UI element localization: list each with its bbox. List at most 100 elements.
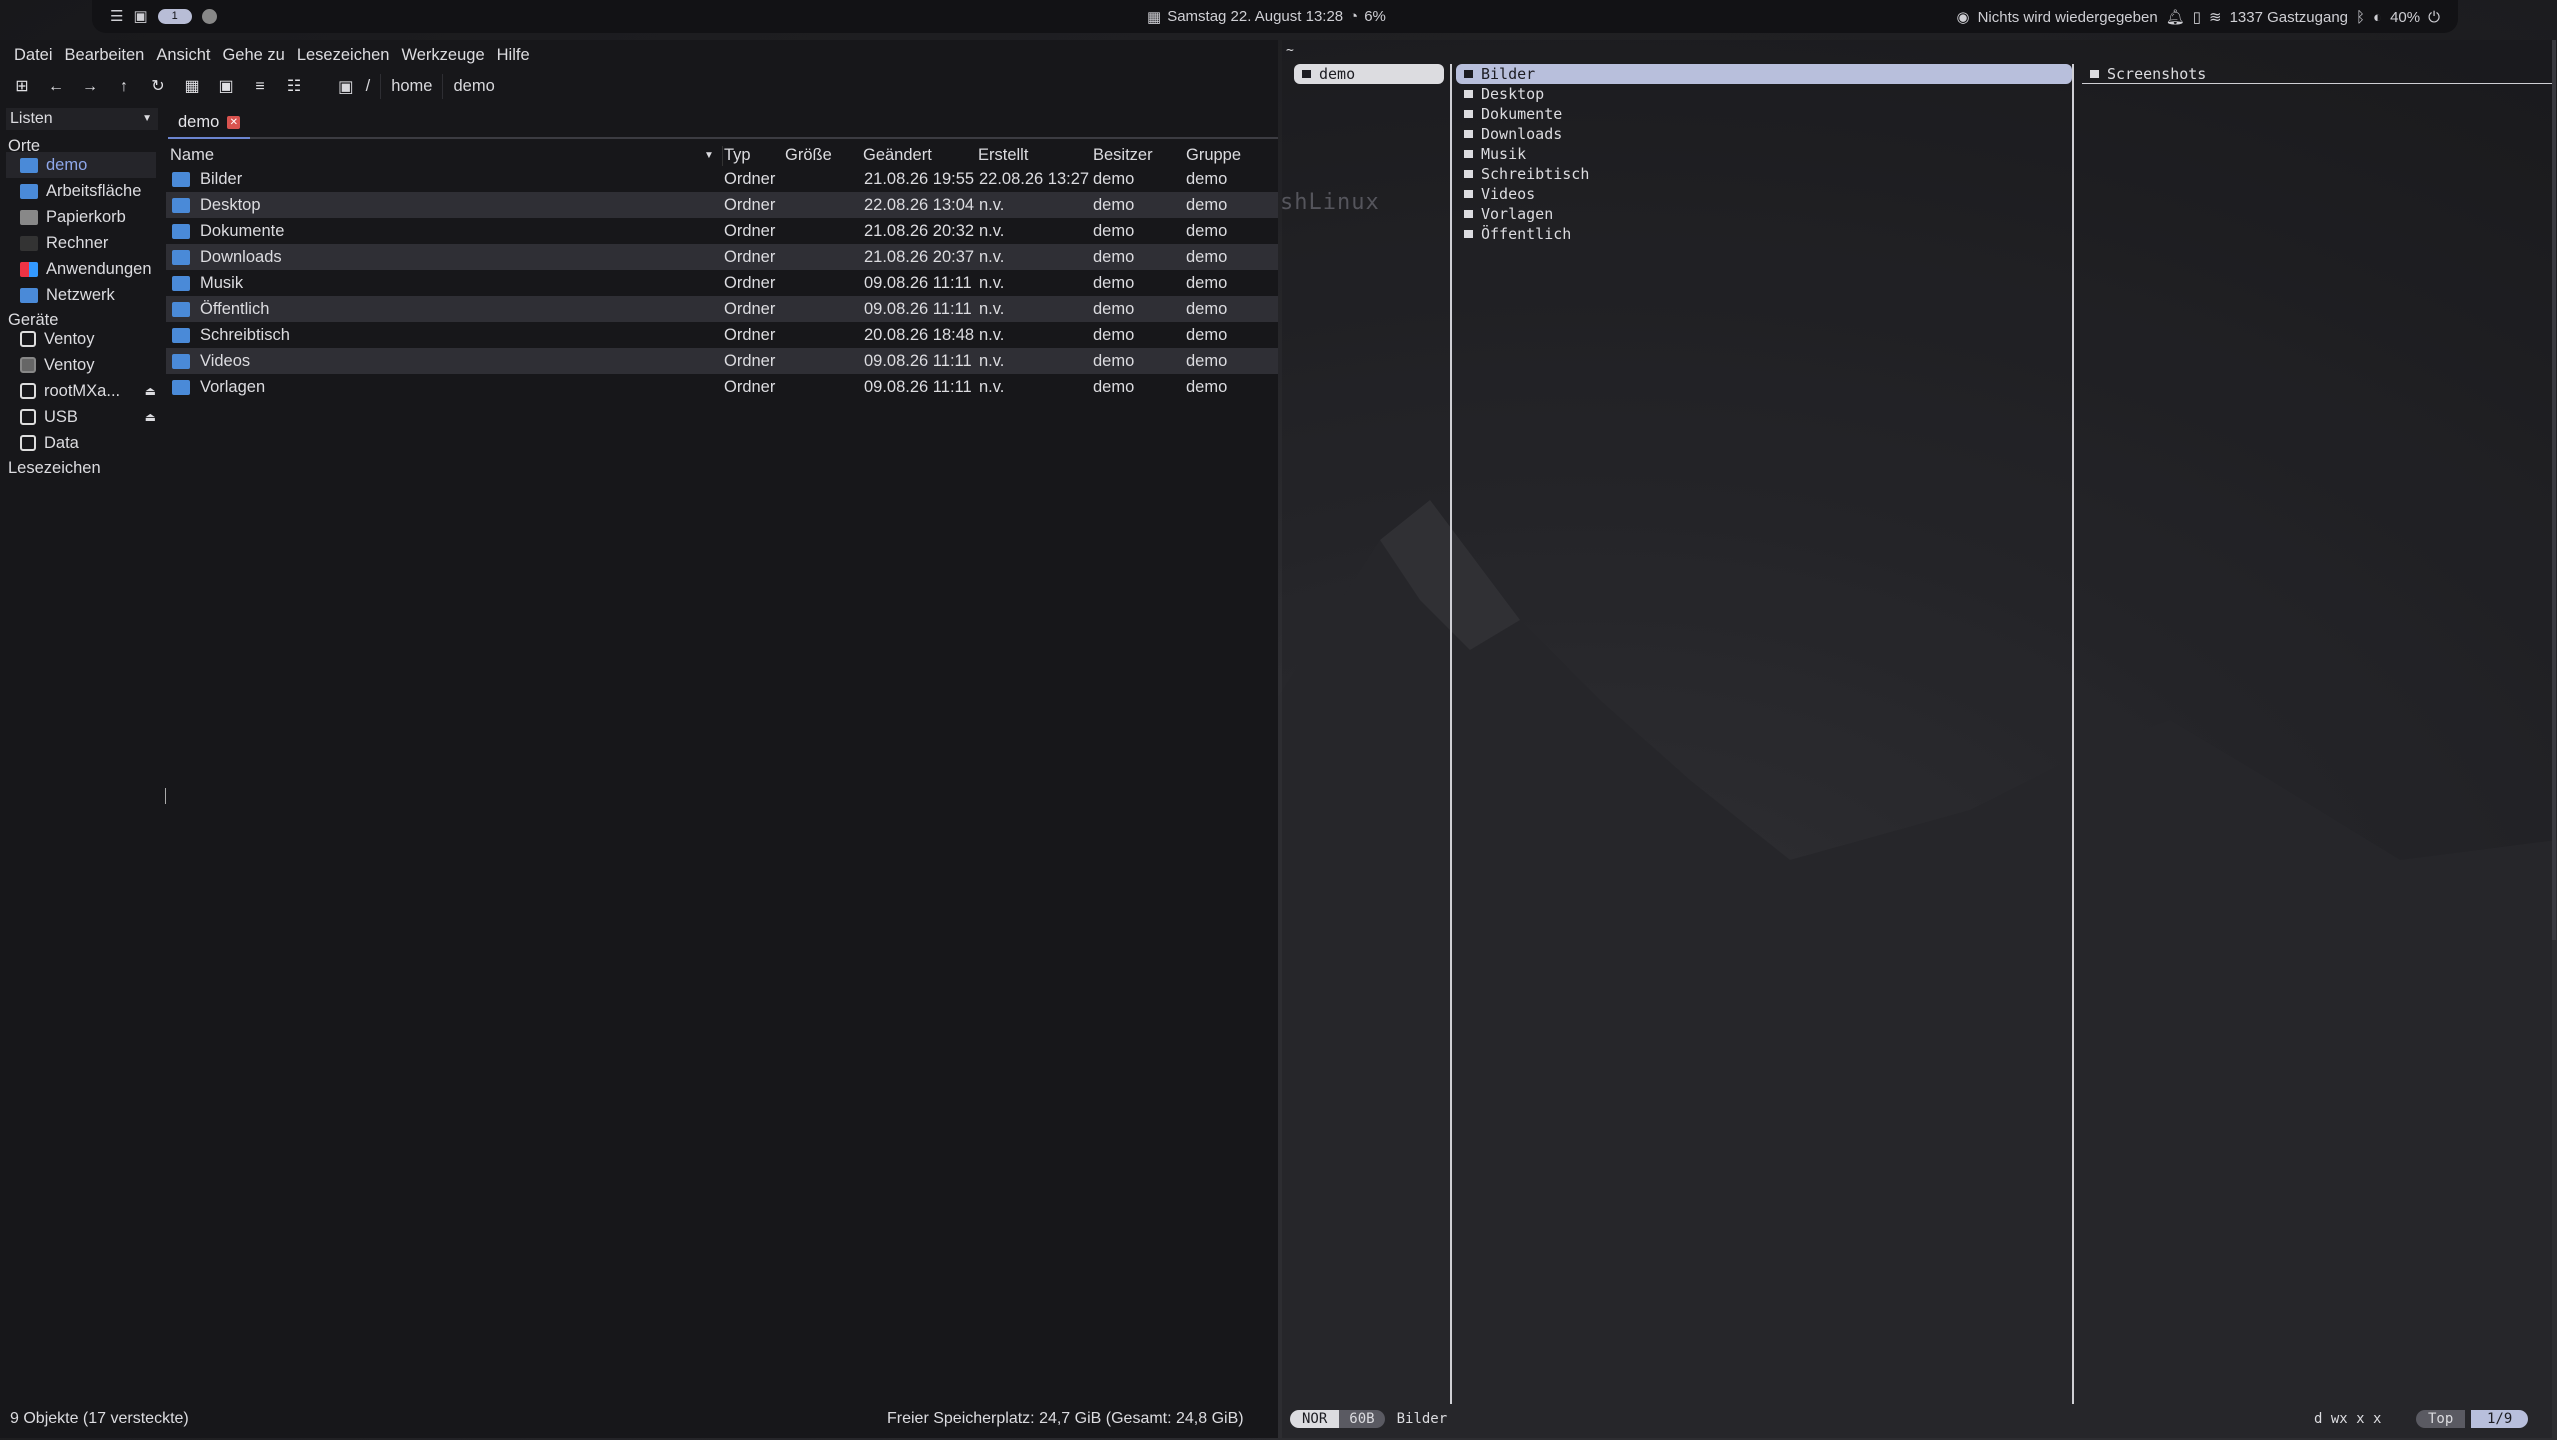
column-created[interactable]: Erstellt bbox=[978, 146, 1028, 165]
list-item[interactable]: Dokumente bbox=[1456, 104, 2072, 124]
scrollbar[interactable] bbox=[2552, 40, 2556, 940]
bluetooth-icon[interactable]: ᛒ bbox=[2356, 9, 2365, 26]
workspace-dot[interactable] bbox=[201, 8, 217, 24]
cell-group: demo bbox=[1186, 352, 1228, 370]
icon-view-icon[interactable]: ▦ bbox=[182, 77, 202, 97]
tab-demo[interactable]: demo ✕ bbox=[168, 107, 251, 139]
thumbnail-view-icon[interactable]: ▣ bbox=[216, 77, 236, 97]
menu-hilfe[interactable]: Hilfe bbox=[493, 46, 538, 65]
workspace-indicator[interactable]: 1 bbox=[157, 8, 192, 24]
cell-name: Downloads bbox=[200, 248, 282, 266]
sidebar-item-papierkorb[interactable]: Papierkorb bbox=[20, 204, 160, 230]
sidebar-item-rootmxa[interactable]: rootMXa... ⏏ bbox=[20, 378, 160, 404]
battery-level[interactable]: 40% bbox=[2390, 9, 2420, 26]
sidebar-mode-select[interactable]: Listen ▼ bbox=[6, 108, 158, 130]
table-row[interactable]: Vorlagen Ordner 09.08.26 11:11 n.v. demo demo bbox=[166, 374, 1278, 400]
sidebar-item-anwendungen[interactable]: Anwendungen bbox=[20, 256, 160, 282]
status-item-count: 9 Objekte (17 versteckte) bbox=[10, 1410, 189, 1427]
breadcrumb-demo[interactable]: demo bbox=[442, 74, 504, 99]
cell-type: Ordner bbox=[724, 352, 776, 370]
reload-icon[interactable]: ↻ bbox=[148, 77, 168, 97]
sidebar-item-netzwerk[interactable]: Netzwerk bbox=[20, 282, 160, 308]
column-divider bbox=[1450, 64, 1452, 1404]
list-item[interactable]: Bilder bbox=[1456, 64, 2072, 84]
eject-icon[interactable]: ⏏ bbox=[145, 410, 156, 424]
list-item[interactable]: Vorlagen bbox=[1456, 204, 2072, 224]
wallpaper-logo-text: shLinux bbox=[1280, 190, 1380, 215]
sidebar-item-data[interactable]: Data bbox=[20, 430, 160, 456]
forward-icon[interactable]: → bbox=[80, 77, 100, 97]
cell-group: demo bbox=[1186, 326, 1228, 344]
back-icon[interactable]: ← bbox=[46, 77, 66, 97]
sidebar-mode-label: Listen bbox=[10, 110, 53, 127]
clock[interactable]: Samstag 22. August 13:28 bbox=[1167, 8, 1343, 26]
cell-owner: demo bbox=[1093, 274, 1135, 292]
list-item[interactable]: Öffentlich bbox=[1456, 224, 2072, 244]
list-item[interactable]: Desktop bbox=[1456, 84, 2072, 104]
window-switcher-icon[interactable]: ▣ bbox=[133, 7, 147, 25]
table-row[interactable]: Downloads Ordner 21.08.26 20:37 n.v. demo dem… bbox=[166, 244, 1278, 270]
breadcrumb-home[interactable]: home bbox=[380, 74, 442, 99]
wifi-network[interactable]: 1337 Gastzugang bbox=[2230, 9, 2348, 26]
table-row[interactable]: Bilder Ordner 21.08.26 19:55 22.08.26 13:27… bbox=[166, 166, 1278, 192]
cell-owner: demo bbox=[1093, 222, 1135, 240]
drive-icon[interactable]: ▣ bbox=[328, 74, 356, 100]
menu-datei[interactable]: Datei bbox=[10, 46, 61, 65]
bell-icon[interactable]: 🔔︎ bbox=[2166, 8, 2185, 26]
column-name[interactable]: Name bbox=[170, 146, 214, 165]
count-badge: 1/9 bbox=[2471, 1410, 2529, 1428]
up-icon[interactable]: ↑ bbox=[114, 77, 134, 97]
list-item[interactable]: Schreibtisch bbox=[1456, 164, 2072, 184]
sidebar-item-ventoy-2[interactable]: Ventoy bbox=[20, 352, 160, 378]
folder-icon bbox=[1464, 170, 1473, 178]
menu-werkzeuge[interactable]: Werkzeuge bbox=[397, 46, 492, 65]
list-item[interactable]: Musik bbox=[1456, 144, 2072, 164]
cpu-usage: 6% bbox=[1364, 8, 1386, 25]
column-owner[interactable]: Besitzer bbox=[1093, 146, 1153, 165]
sidebar-item-rechner[interactable]: Rechner bbox=[20, 230, 160, 256]
column-size[interactable]: Größe bbox=[785, 146, 832, 165]
table-row[interactable]: Desktop Ordner 22.08.26 13:04 n.v. demo demo bbox=[166, 192, 1278, 218]
folder-icon bbox=[1464, 70, 1473, 78]
table-row[interactable]: Schreibtisch Ordner 20.08.26 18:48 n.v. demo… bbox=[166, 322, 1278, 348]
menu-icon[interactable]: ☰ bbox=[110, 7, 123, 25]
list-item[interactable]: demo bbox=[1294, 64, 1444, 84]
cell-type: Ordner bbox=[724, 378, 776, 396]
detail-view-icon[interactable]: ☷ bbox=[284, 77, 304, 97]
sidebar-item-label: Netzwerk bbox=[46, 285, 115, 304]
list-view-icon[interactable]: ≡ bbox=[250, 77, 270, 97]
list-item-label: Vorlagen bbox=[1481, 205, 1554, 223]
column-modified[interactable]: Geändert bbox=[863, 146, 932, 165]
list-item[interactable]: Screenshots bbox=[2082, 64, 2552, 84]
drive-icon bbox=[20, 357, 36, 373]
power-icon[interactable]: ⏻ bbox=[2428, 9, 2440, 26]
folder-icon bbox=[2090, 69, 2099, 78]
menu-lesezeichen[interactable]: Lesezeichen bbox=[293, 46, 398, 65]
table-row[interactable]: Öffentlich Ordner 09.08.26 11:11 n.v. demo de… bbox=[166, 296, 1278, 322]
terminal-prompt: ~ bbox=[1286, 43, 1294, 58]
column-type[interactable]: Typ bbox=[724, 146, 751, 165]
menu-bearbeiten[interactable]: Bearbeiten bbox=[61, 46, 153, 65]
table-row[interactable]: Videos Ordner 09.08.26 11:11 n.v. demo demo bbox=[166, 348, 1278, 374]
new-window-icon[interactable]: ⊞ bbox=[12, 77, 32, 97]
clipboard-icon[interactable]: ▯ bbox=[2193, 8, 2201, 26]
table-row[interactable]: Dokumente Ordner 21.08.26 20:32 n.v. demo dem… bbox=[166, 218, 1278, 244]
media-status[interactable]: Nichts wird wiedergegeben bbox=[1978, 9, 2158, 26]
yazi-parent-column: demo bbox=[1294, 64, 1444, 84]
menu-ansicht[interactable]: Ansicht bbox=[152, 46, 218, 65]
menu-gehe-zu[interactable]: Gehe zu bbox=[218, 46, 292, 65]
list-item[interactable]: Downloads bbox=[1456, 124, 2072, 144]
sidebar-item-ventoy[interactable]: Ventoy bbox=[20, 326, 160, 352]
drive-icon bbox=[20, 435, 36, 451]
close-icon[interactable]: ✕ bbox=[227, 115, 241, 129]
list-item[interactable]: Videos bbox=[1456, 184, 2072, 204]
sidebar-item-usb[interactable]: USB ⏏ bbox=[20, 404, 160, 430]
sidebar-item-demo[interactable]: demo bbox=[6, 152, 156, 178]
sidebar-item-arbeitsflaeche[interactable]: Arbeitsfläche bbox=[20, 178, 160, 204]
cell-group: demo bbox=[1186, 196, 1228, 214]
size-badge: 60B bbox=[1339, 1410, 1385, 1428]
breadcrumb-root[interactable]: / bbox=[356, 74, 381, 99]
table-row[interactable]: Musik Ordner 09.08.26 11:11 n.v. demo demo bbox=[166, 270, 1278, 296]
eject-icon[interactable]: ⏏ bbox=[145, 384, 156, 398]
column-group[interactable]: Gruppe bbox=[1186, 146, 1241, 165]
